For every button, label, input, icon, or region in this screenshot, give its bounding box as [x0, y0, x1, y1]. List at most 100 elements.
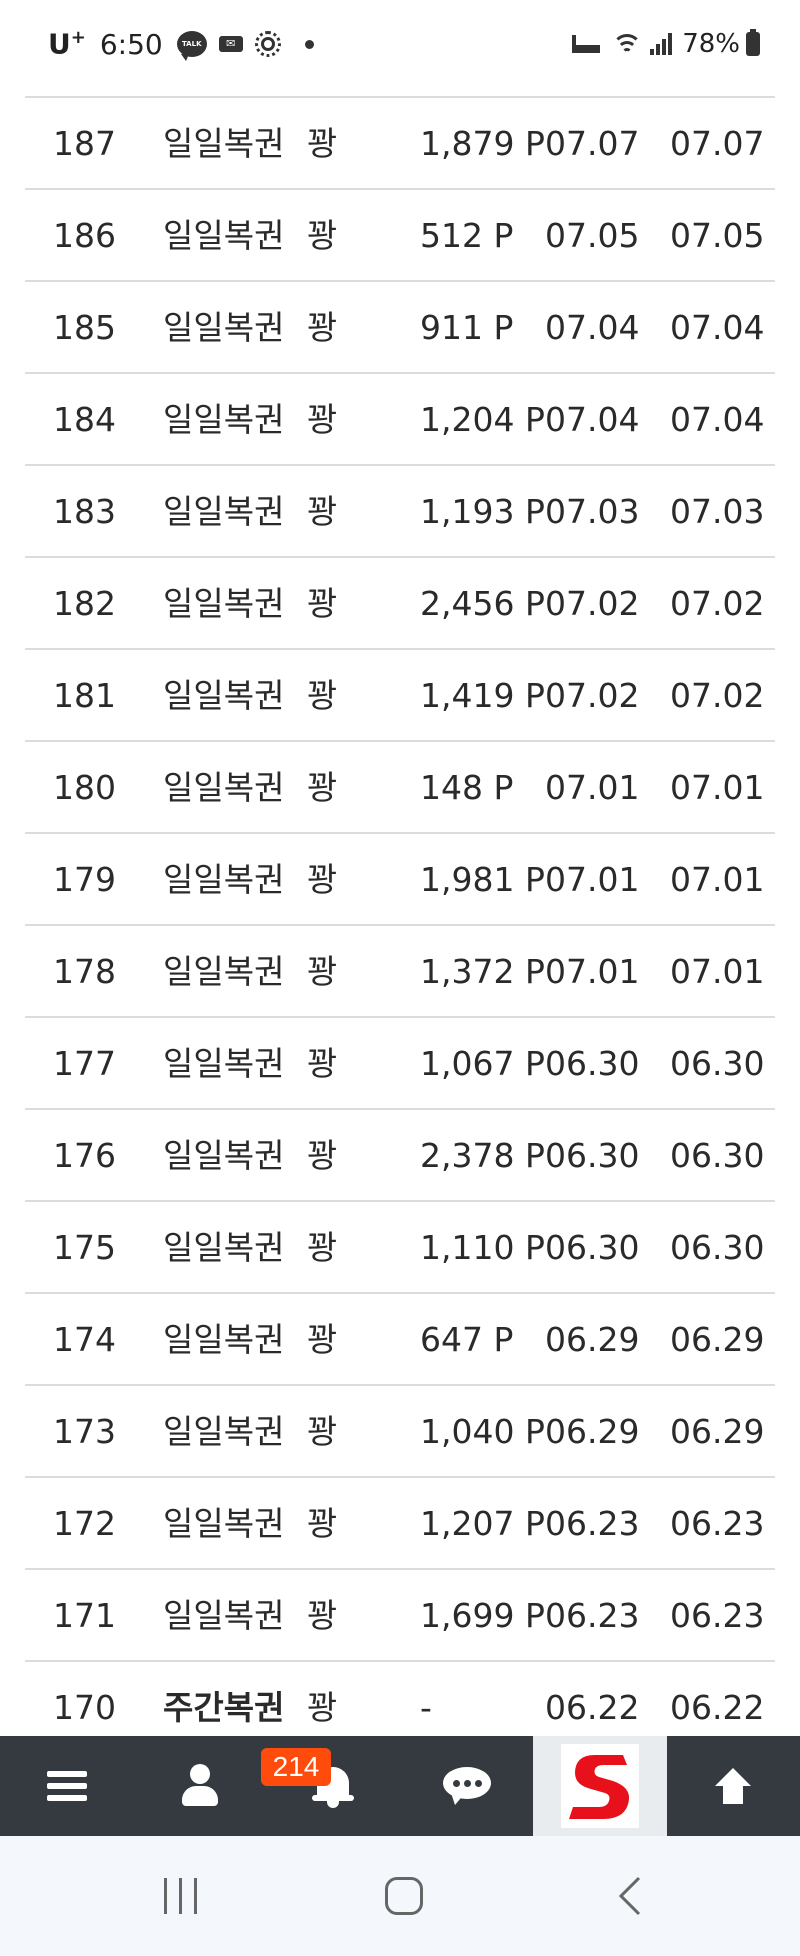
- date-issued: 07.04: [545, 308, 640, 347]
- table-row[interactable]: 172 일일복권 꽝 1,207 P 06.23 06.23: [25, 1476, 775, 1568]
- table-row[interactable]: 181 일일복권 꽝 1,419 P 07.02 07.02: [25, 648, 775, 740]
- date-issued: 06.29: [545, 1412, 640, 1451]
- row-number: 173: [53, 1412, 116, 1451]
- date-checked: 06.22: [670, 1688, 765, 1727]
- row-number: 181: [53, 676, 116, 715]
- result-label: 꽝: [307, 1504, 338, 1543]
- points-value: 1,067 P: [420, 1044, 545, 1083]
- points-value: 1,110 P: [420, 1228, 545, 1267]
- result-label: 꽝: [307, 1136, 338, 1175]
- lottery-type: 일일복권: [163, 1504, 285, 1543]
- table-row[interactable]: 187 일일복권 꽝 1,879 P 07.07 07.07: [25, 96, 775, 188]
- row-number: 183: [53, 492, 116, 531]
- logo-s-icon: [568, 1755, 630, 1819]
- table-row[interactable]: 176 일일복권 꽝 2,378 P 06.30 06.30: [25, 1108, 775, 1200]
- table-row[interactable]: 170 주간복권 꽝 - 06.22 06.22: [25, 1660, 775, 1736]
- date-issued: 07.05: [545, 216, 640, 255]
- result-label: 꽝: [307, 952, 338, 991]
- date-checked: 06.29: [670, 1320, 765, 1359]
- points-value: 1,193 P: [420, 492, 545, 531]
- scroll-to-top-button[interactable]: [667, 1736, 800, 1836]
- table-row[interactable]: 186 일일복권 꽝 512 P 07.05 07.05: [25, 188, 775, 280]
- lottery-type: 일일복권: [163, 1136, 285, 1175]
- lottery-type: 일일복권: [163, 1044, 285, 1083]
- date-checked: 06.30: [670, 1228, 765, 1267]
- lottery-type: 일일복권: [163, 1320, 285, 1359]
- lottery-type: 일일복권: [163, 768, 285, 807]
- recent-apps-button[interactable]: [150, 1836, 210, 1956]
- date-issued: 07.01: [545, 860, 640, 899]
- user-icon: [180, 1764, 220, 1808]
- lottery-type: 일일복권: [163, 1412, 285, 1451]
- date-issued: 07.02: [545, 584, 640, 623]
- result-label: 꽝: [307, 492, 338, 531]
- points-value: 1,981 P: [420, 860, 545, 899]
- result-label: 꽝: [307, 1596, 338, 1635]
- lottery-type: 일일복권: [163, 308, 285, 347]
- row-number: 176: [53, 1136, 116, 1175]
- signal-icon: [650, 33, 674, 55]
- date-checked: 07.02: [670, 584, 765, 623]
- table-row[interactable]: 180 일일복권 꽝 148 P 07.01 07.01: [25, 740, 775, 832]
- wifi-icon: [612, 32, 643, 56]
- row-number: 180: [53, 768, 116, 807]
- table-row[interactable]: 175 일일복권 꽝 1,110 P 06.30 06.30: [25, 1200, 775, 1292]
- result-label: 꽝: [307, 584, 338, 623]
- points-value: 1,372 P: [420, 952, 545, 991]
- brightness-icon: [254, 31, 281, 57]
- points-value: 148 P: [420, 768, 514, 807]
- points-value: 1,419 P: [420, 676, 545, 715]
- back-button[interactable]: [600, 1836, 660, 1956]
- table-row[interactable]: 183 일일복권 꽝 1,193 P 07.03 07.03: [25, 464, 775, 556]
- points-value: 1,207 P: [420, 1504, 545, 1543]
- lottery-type: 일일복권: [163, 400, 285, 439]
- home-icon: [385, 1877, 423, 1915]
- points-value: 1,040 P: [420, 1412, 545, 1451]
- date-checked: 07.01: [670, 768, 765, 807]
- result-label: 꽝: [307, 1044, 338, 1083]
- points-value: 2,456 P: [420, 584, 545, 623]
- row-number: 170: [53, 1688, 116, 1727]
- table-row[interactable]: 174 일일복권 꽝 647 P 06.29 06.29: [25, 1292, 775, 1384]
- points-value: 1,879 P: [420, 124, 545, 163]
- points-value: 512 P: [420, 216, 514, 255]
- result-label: 꽝: [307, 768, 338, 807]
- chat-button[interactable]: [400, 1736, 533, 1836]
- lottery-type: 일일복권: [163, 1596, 285, 1635]
- points-value: 2,378 P: [420, 1136, 545, 1175]
- status-left: U+ 6:50 TALK ✉: [48, 24, 314, 64]
- result-label: 꽝: [307, 308, 338, 347]
- lottery-type: 일일복권: [163, 1228, 285, 1267]
- date-issued: 06.23: [545, 1504, 640, 1543]
- date-issued: 06.22: [545, 1688, 640, 1727]
- table-row[interactable]: 173 일일복권 꽝 1,040 P 06.29 06.29: [25, 1384, 775, 1476]
- home-button[interactable]: [374, 1836, 434, 1956]
- date-checked: 06.30: [670, 1136, 765, 1175]
- date-checked: 06.23: [670, 1504, 765, 1543]
- lottery-type: 일일복권: [163, 584, 285, 623]
- result-label: 꽝: [307, 216, 338, 255]
- row-number: 182: [53, 584, 116, 623]
- table-row[interactable]: 177 일일복권 꽝 1,067 P 06.30 06.30: [25, 1016, 775, 1108]
- table-row[interactable]: 171 일일복권 꽝 1,699 P 06.23 06.23: [25, 1568, 775, 1660]
- row-number: 179: [53, 860, 116, 899]
- site-logo-button[interactable]: [533, 1736, 667, 1836]
- date-checked: 07.02: [670, 676, 765, 715]
- table-row[interactable]: 185 일일복권 꽝 911 P 07.04 07.04: [25, 280, 775, 372]
- row-number: 186: [53, 216, 116, 255]
- lottery-history-table: 187 일일복권 꽝 1,879 P 07.07 07.07 186 일일복권 꽝 512 P 07…: [0, 96, 800, 1736]
- date-checked: 07.05: [670, 216, 765, 255]
- table-row[interactable]: 184 일일복권 꽝 1,204 P 07.04 07.04: [25, 372, 775, 464]
- date-checked: 07.01: [670, 952, 765, 991]
- row-number: 187: [53, 124, 116, 163]
- points-value: 911 P: [420, 308, 514, 347]
- chat-icon: [442, 1767, 491, 1805]
- date-issued: 07.03: [545, 492, 640, 531]
- table-row[interactable]: 179 일일복권 꽝 1,981 P 07.01 07.01: [25, 832, 775, 924]
- table-row[interactable]: 178 일일복권 꽝 1,372 P 07.01 07.01: [25, 924, 775, 1016]
- table-row[interactable]: 182 일일복권 꽝 2,456 P 07.02 07.02: [25, 556, 775, 648]
- menu-button[interactable]: [0, 1736, 133, 1836]
- profile-button[interactable]: [133, 1736, 266, 1836]
- date-issued: 06.29: [545, 1320, 640, 1359]
- date-issued: 06.30: [545, 1228, 640, 1267]
